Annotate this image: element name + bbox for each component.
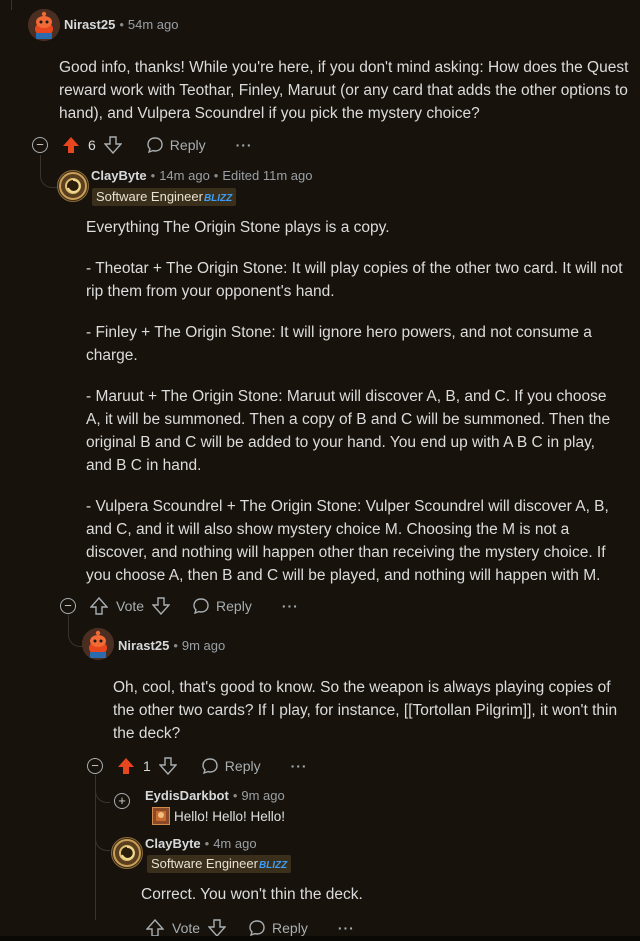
timestamp[interactable]: 14m ago: [159, 168, 210, 183]
collapse-icon[interactable]: −: [32, 137, 48, 153]
downvote-icon[interactable]: [208, 919, 227, 937]
reply-label: Reply: [224, 758, 261, 774]
expand-icon[interactable]: +: [114, 793, 130, 809]
comment-meta: Nirast25 • 9m ago: [118, 638, 226, 653]
downvote-icon[interactable]: [158, 757, 177, 775]
comment-paragraph: Oh, cool, that's good to know. So the we…: [113, 679, 618, 742]
comment-actions: − Vote Reply ···: [60, 594, 299, 618]
snoo-avatar-icon: [82, 628, 114, 660]
username[interactable]: EydisDarkbot: [145, 788, 229, 803]
vote-label: Vote: [116, 598, 145, 614]
collapsed-preview: Hello! Hello! Hello!: [152, 807, 285, 825]
upvote-icon[interactable]: [62, 136, 80, 154]
upvote-icon[interactable]: [146, 919, 164, 937]
comment-actions: − 6 Reply ···: [32, 133, 253, 157]
reply-button[interactable]: Reply: [248, 919, 308, 937]
reply-label: Reply: [272, 920, 308, 936]
preview-text: Hello! Hello! Hello!: [174, 808, 286, 824]
username[interactable]: ClayByte: [91, 168, 147, 183]
comment-bubble-icon: [147, 137, 163, 154]
snoo-avatar-icon: [28, 9, 60, 41]
edited-label: Edited 11m ago: [222, 168, 313, 183]
flair-text: Software Engineer: [96, 189, 203, 204]
blizzard-badge: BLIZZ: [258, 860, 288, 871]
avatar[interactable]: [111, 837, 143, 869]
timestamp[interactable]: 9m ago: [241, 788, 284, 803]
comment-paragraph: Everything The Origin Stone plays is a c…: [86, 219, 390, 236]
username[interactable]: Nirast25: [64, 17, 115, 32]
bot-avatar-icon: [152, 807, 170, 825]
thread-curve: [40, 160, 57, 188]
comment-bubble-icon: [249, 920, 265, 937]
collapse-icon[interactable]: −: [60, 598, 76, 614]
more-options-button[interactable]: ···: [282, 598, 299, 614]
downvote-icon[interactable]: [152, 597, 171, 615]
comment-meta: EydisDarkbot • 9m ago: [145, 788, 285, 803]
comment-paragraph: - Finley + The Origin Stone: It will ign…: [86, 324, 592, 364]
timestamp[interactable]: 4m ago: [213, 836, 256, 851]
avatar[interactable]: [82, 628, 114, 660]
more-options-button[interactable]: ···: [291, 758, 308, 774]
reply-button[interactable]: Reply: [201, 757, 261, 775]
more-options-button[interactable]: ···: [236, 137, 253, 153]
avatar[interactable]: [57, 170, 89, 202]
user-flair: Software EngineerBLIZZ: [92, 188, 237, 206]
username[interactable]: Nirast25: [118, 638, 169, 653]
upvote-icon[interactable]: [90, 597, 108, 615]
comment-paragraph: - Theotar + The Origin Stone: It will pl…: [86, 260, 623, 300]
hearthstone-logo-icon: [59, 172, 87, 200]
upvote-icon[interactable]: [117, 757, 135, 775]
user-flair: Software EngineerBLIZZ: [147, 855, 292, 873]
reply-label: Reply: [216, 598, 252, 614]
comment-bubble-icon: [193, 598, 209, 615]
thread-curve: [95, 780, 110, 803]
more-options-button[interactable]: ···: [338, 920, 355, 936]
comment-paragraph: - Vulpera Scoundrel + The Origin Stone: …: [86, 498, 609, 584]
comment-meta: Nirast25 • 54m ago: [64, 17, 179, 32]
taskbar-strip: [0, 936, 640, 941]
collapse-icon[interactable]: −: [87, 758, 103, 774]
blizzard-badge: BLIZZ: [203, 193, 233, 204]
timestamp[interactable]: 54m ago: [128, 17, 179, 32]
comment-body: Oh, cool, that's good to know. So the we…: [113, 676, 628, 763]
comment-bubble-icon: [202, 758, 218, 775]
comment-actions: − 1 Reply ···: [87, 754, 308, 778]
thread-curve: [68, 618, 83, 647]
vote-score: 6: [88, 137, 96, 153]
comment-meta: ClayByte • 14m ago • Edited 11m ago: [91, 168, 313, 183]
downvote-icon[interactable]: [103, 136, 122, 154]
reply-button[interactable]: Reply: [192, 597, 252, 615]
reply-label: Reply: [169, 137, 206, 153]
timestamp[interactable]: 9m ago: [182, 638, 225, 653]
thread-curve: [95, 820, 110, 851]
comment-body: Everything The Origin Stone plays is a c…: [86, 216, 624, 605]
vote-score: 1: [143, 758, 151, 774]
comment-paragraph: Good info, thanks! While you're here, if…: [59, 59, 629, 122]
hearthstone-logo-icon: [113, 839, 141, 867]
comment-body: Good info, thanks! While you're here, if…: [59, 56, 629, 143]
reply-button[interactable]: Reply: [146, 136, 206, 154]
comment-meta: ClayByte • 4m ago: [145, 836, 257, 851]
comment-paragraph: - Maruut + The Origin Stone: Maruut will…: [86, 388, 611, 474]
username[interactable]: ClayByte: [145, 836, 201, 851]
comment-paragraph: Correct. You won't thin the deck.: [141, 886, 363, 903]
thread-line: [11, 0, 12, 10]
vote-label: Vote: [172, 920, 201, 936]
avatar[interactable]: [28, 9, 60, 41]
flair-text: Software Engineer: [151, 856, 258, 871]
